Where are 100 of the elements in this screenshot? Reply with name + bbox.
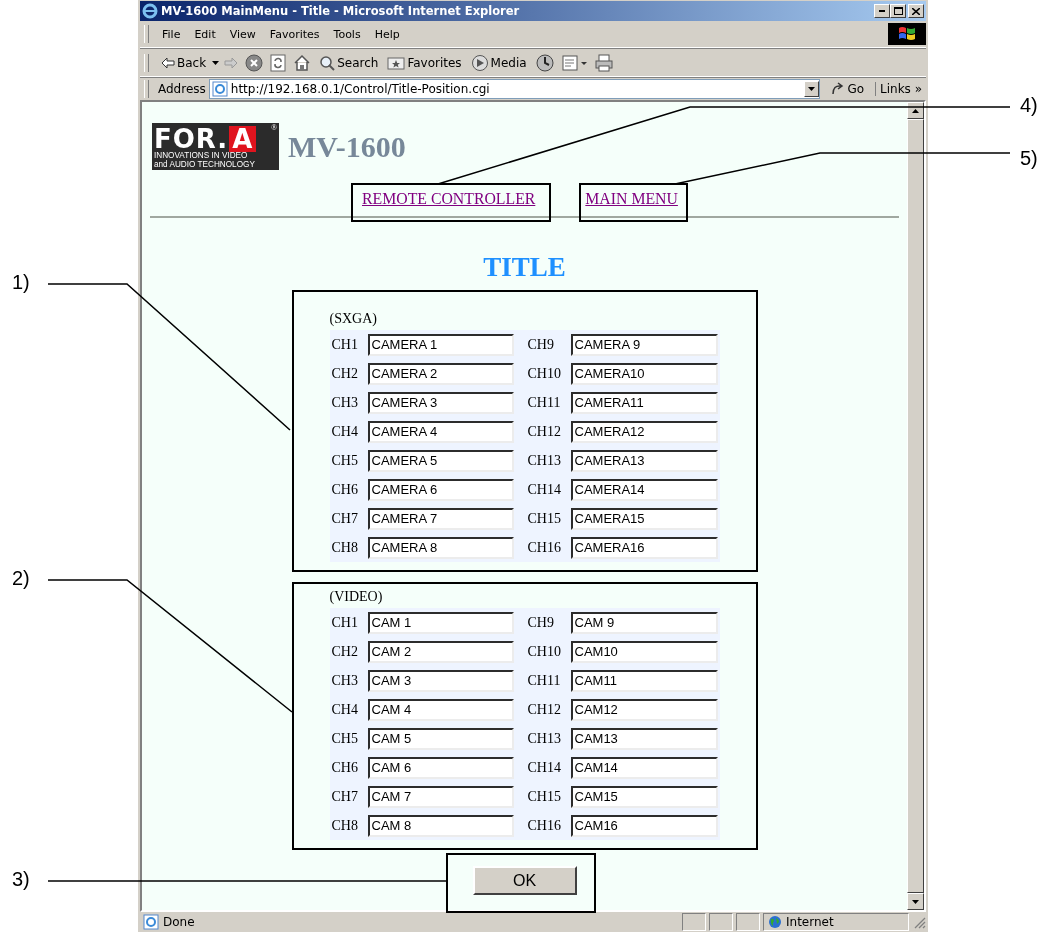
close-button[interactable] bbox=[908, 4, 924, 18]
page-title: TITLE bbox=[483, 251, 566, 284]
address-field[interactable]: http://192.168.0.1/Control/Title-Position.cgi bbox=[208, 79, 821, 99]
minimize-button[interactable] bbox=[874, 4, 890, 18]
channel-label: CH13 bbox=[526, 730, 562, 747]
product-heading: MV-1600 bbox=[288, 129, 406, 164]
caret-icon[interactable] bbox=[212, 60, 220, 65]
channel-label: CH1 bbox=[330, 614, 359, 631]
input-field[interactable]: CAMERA16 bbox=[570, 536, 718, 559]
input-field[interactable]: CAMERA11 bbox=[570, 391, 718, 414]
input-field[interactable]: CAMERA15 bbox=[570, 507, 718, 530]
input-field[interactable]: CAMERA 7 bbox=[367, 507, 514, 530]
input-field[interactable]: CAM 7 bbox=[367, 785, 514, 808]
input-field[interactable]: CAMERA 3 bbox=[367, 391, 514, 414]
channel-label: CH11 bbox=[526, 672, 562, 689]
channel-label: CH15 bbox=[526, 510, 562, 527]
search-button[interactable]: Search bbox=[316, 54, 382, 71]
input-field[interactable]: CAM 5 bbox=[367, 727, 514, 750]
media-button[interactable]: Media bbox=[467, 53, 530, 72]
callout-number: 2) bbox=[12, 566, 30, 590]
logo: FOR.A ® INNOVATIONS IN VIDEO and AUDIO TECHNOLOGY bbox=[152, 123, 279, 170]
channel-label: CH2 bbox=[330, 643, 359, 660]
menu-item[interactable]: View bbox=[222, 27, 263, 41]
channel-label: CH9 bbox=[526, 336, 555, 353]
home-icon[interactable] bbox=[293, 53, 312, 72]
input-field[interactable]: CAMERA12 bbox=[570, 420, 718, 443]
input-field[interactable]: CAMERA 9 bbox=[570, 333, 718, 356]
input-field[interactable]: CAM 6 bbox=[367, 756, 514, 779]
history-icon[interactable] bbox=[534, 52, 555, 73]
channel-label: CH7 bbox=[330, 788, 359, 805]
input-field[interactable]: CAM14 bbox=[570, 756, 718, 779]
menu-item[interactable]: Edit bbox=[187, 27, 223, 41]
input-field[interactable]: CAM 1 bbox=[367, 611, 514, 634]
channel-label: CH3 bbox=[330, 672, 359, 689]
search-icon bbox=[319, 54, 336, 71]
scroll-down-button[interactable] bbox=[907, 893, 924, 910]
channel-label: CH3 bbox=[330, 394, 359, 411]
input-field[interactable]: CAMERA14 bbox=[570, 478, 718, 501]
links-button[interactable]: Links » bbox=[875, 82, 926, 96]
channel-label: CH16 bbox=[526, 817, 562, 834]
callout-number: 3) bbox=[12, 867, 30, 891]
status-text: Done bbox=[163, 915, 195, 929]
nav-link[interactable]: REMOTE CONTROLLER bbox=[362, 190, 536, 208]
input-field[interactable]: CAM16 bbox=[570, 814, 718, 837]
channel-label: CH16 bbox=[526, 539, 562, 556]
maximize-icon bbox=[893, 7, 903, 15]
callout-number: 5) bbox=[1020, 146, 1038, 170]
channel-label: CH2 bbox=[330, 365, 359, 382]
channel-label: CH6 bbox=[330, 481, 359, 498]
media-icon bbox=[470, 53, 489, 72]
menu-item[interactable]: Tools bbox=[326, 27, 368, 41]
maximize-button[interactable] bbox=[890, 4, 906, 18]
minimize-icon bbox=[879, 10, 885, 12]
channel-label: CH8 bbox=[330, 539, 359, 556]
callout-number: 4) bbox=[1020, 93, 1038, 117]
input-field[interactable]: CAM 8 bbox=[367, 814, 514, 837]
channel-label: CH4 bbox=[330, 423, 359, 440]
go-arrow-icon bbox=[831, 82, 846, 96]
refresh-icon[interactable] bbox=[270, 53, 287, 72]
input-field[interactable]: CAMERA 5 bbox=[367, 449, 514, 472]
channel-label: CH11 bbox=[526, 394, 562, 411]
back-button[interactable]: Back bbox=[158, 55, 210, 70]
back-arrow-icon bbox=[161, 56, 175, 69]
input-field[interactable]: CAM 3 bbox=[367, 669, 514, 692]
input-field[interactable]: CAMERA 2 bbox=[367, 362, 514, 385]
input-field[interactable]: CAM 9 bbox=[570, 611, 718, 634]
input-field[interactable]: CAMERA 6 bbox=[367, 478, 514, 501]
channel-label: CH8 bbox=[330, 817, 359, 834]
menu-item[interactable]: Favorites bbox=[262, 27, 327, 41]
panel-label: (SXGA) bbox=[329, 310, 378, 328]
input-field[interactable]: CAMERA 1 bbox=[367, 333, 514, 356]
dropdown-button[interactable] bbox=[804, 81, 820, 97]
input-field[interactable]: CAM12 bbox=[570, 698, 718, 721]
channel-label: CH1 bbox=[330, 336, 359, 353]
channel-label: CH7 bbox=[330, 510, 359, 527]
ok-button[interactable]: OK bbox=[472, 866, 577, 895]
stop-icon[interactable] bbox=[245, 53, 264, 72]
nav-link[interactable]: MAIN MENU bbox=[585, 190, 678, 208]
input-field[interactable]: CAM 2 bbox=[367, 640, 514, 663]
input-field[interactable]: CAM 4 bbox=[367, 698, 514, 721]
resize-grip-icon[interactable] bbox=[912, 915, 926, 929]
input-field[interactable]: CAM10 bbox=[570, 640, 718, 663]
channel-label: CH9 bbox=[526, 614, 555, 631]
menu-item[interactable]: File bbox=[155, 27, 188, 41]
input-field[interactable]: CAM15 bbox=[570, 785, 718, 808]
channel-label: CH14 bbox=[526, 759, 562, 776]
input-field[interactable]: CAM13 bbox=[570, 727, 718, 750]
input-field[interactable]: CAMERA 8 bbox=[367, 536, 514, 559]
scrollbar-thumb[interactable] bbox=[907, 119, 924, 893]
input-field[interactable]: CAM11 bbox=[570, 669, 718, 692]
favorites-button[interactable]: Favorites bbox=[384, 55, 465, 70]
printer-icon[interactable] bbox=[594, 53, 613, 72]
channel-label: CH5 bbox=[330, 730, 359, 747]
up-arrow-icon bbox=[912, 108, 919, 113]
star-folder-icon bbox=[387, 55, 406, 70]
menu-item[interactable]: Help bbox=[367, 27, 407, 41]
input-field[interactable]: CAMERA10 bbox=[570, 362, 718, 385]
input-field[interactable]: CAMERA13 bbox=[570, 449, 718, 472]
input-field[interactable]: CAMERA 4 bbox=[367, 420, 514, 443]
go-button[interactable]: Go bbox=[823, 82, 872, 96]
